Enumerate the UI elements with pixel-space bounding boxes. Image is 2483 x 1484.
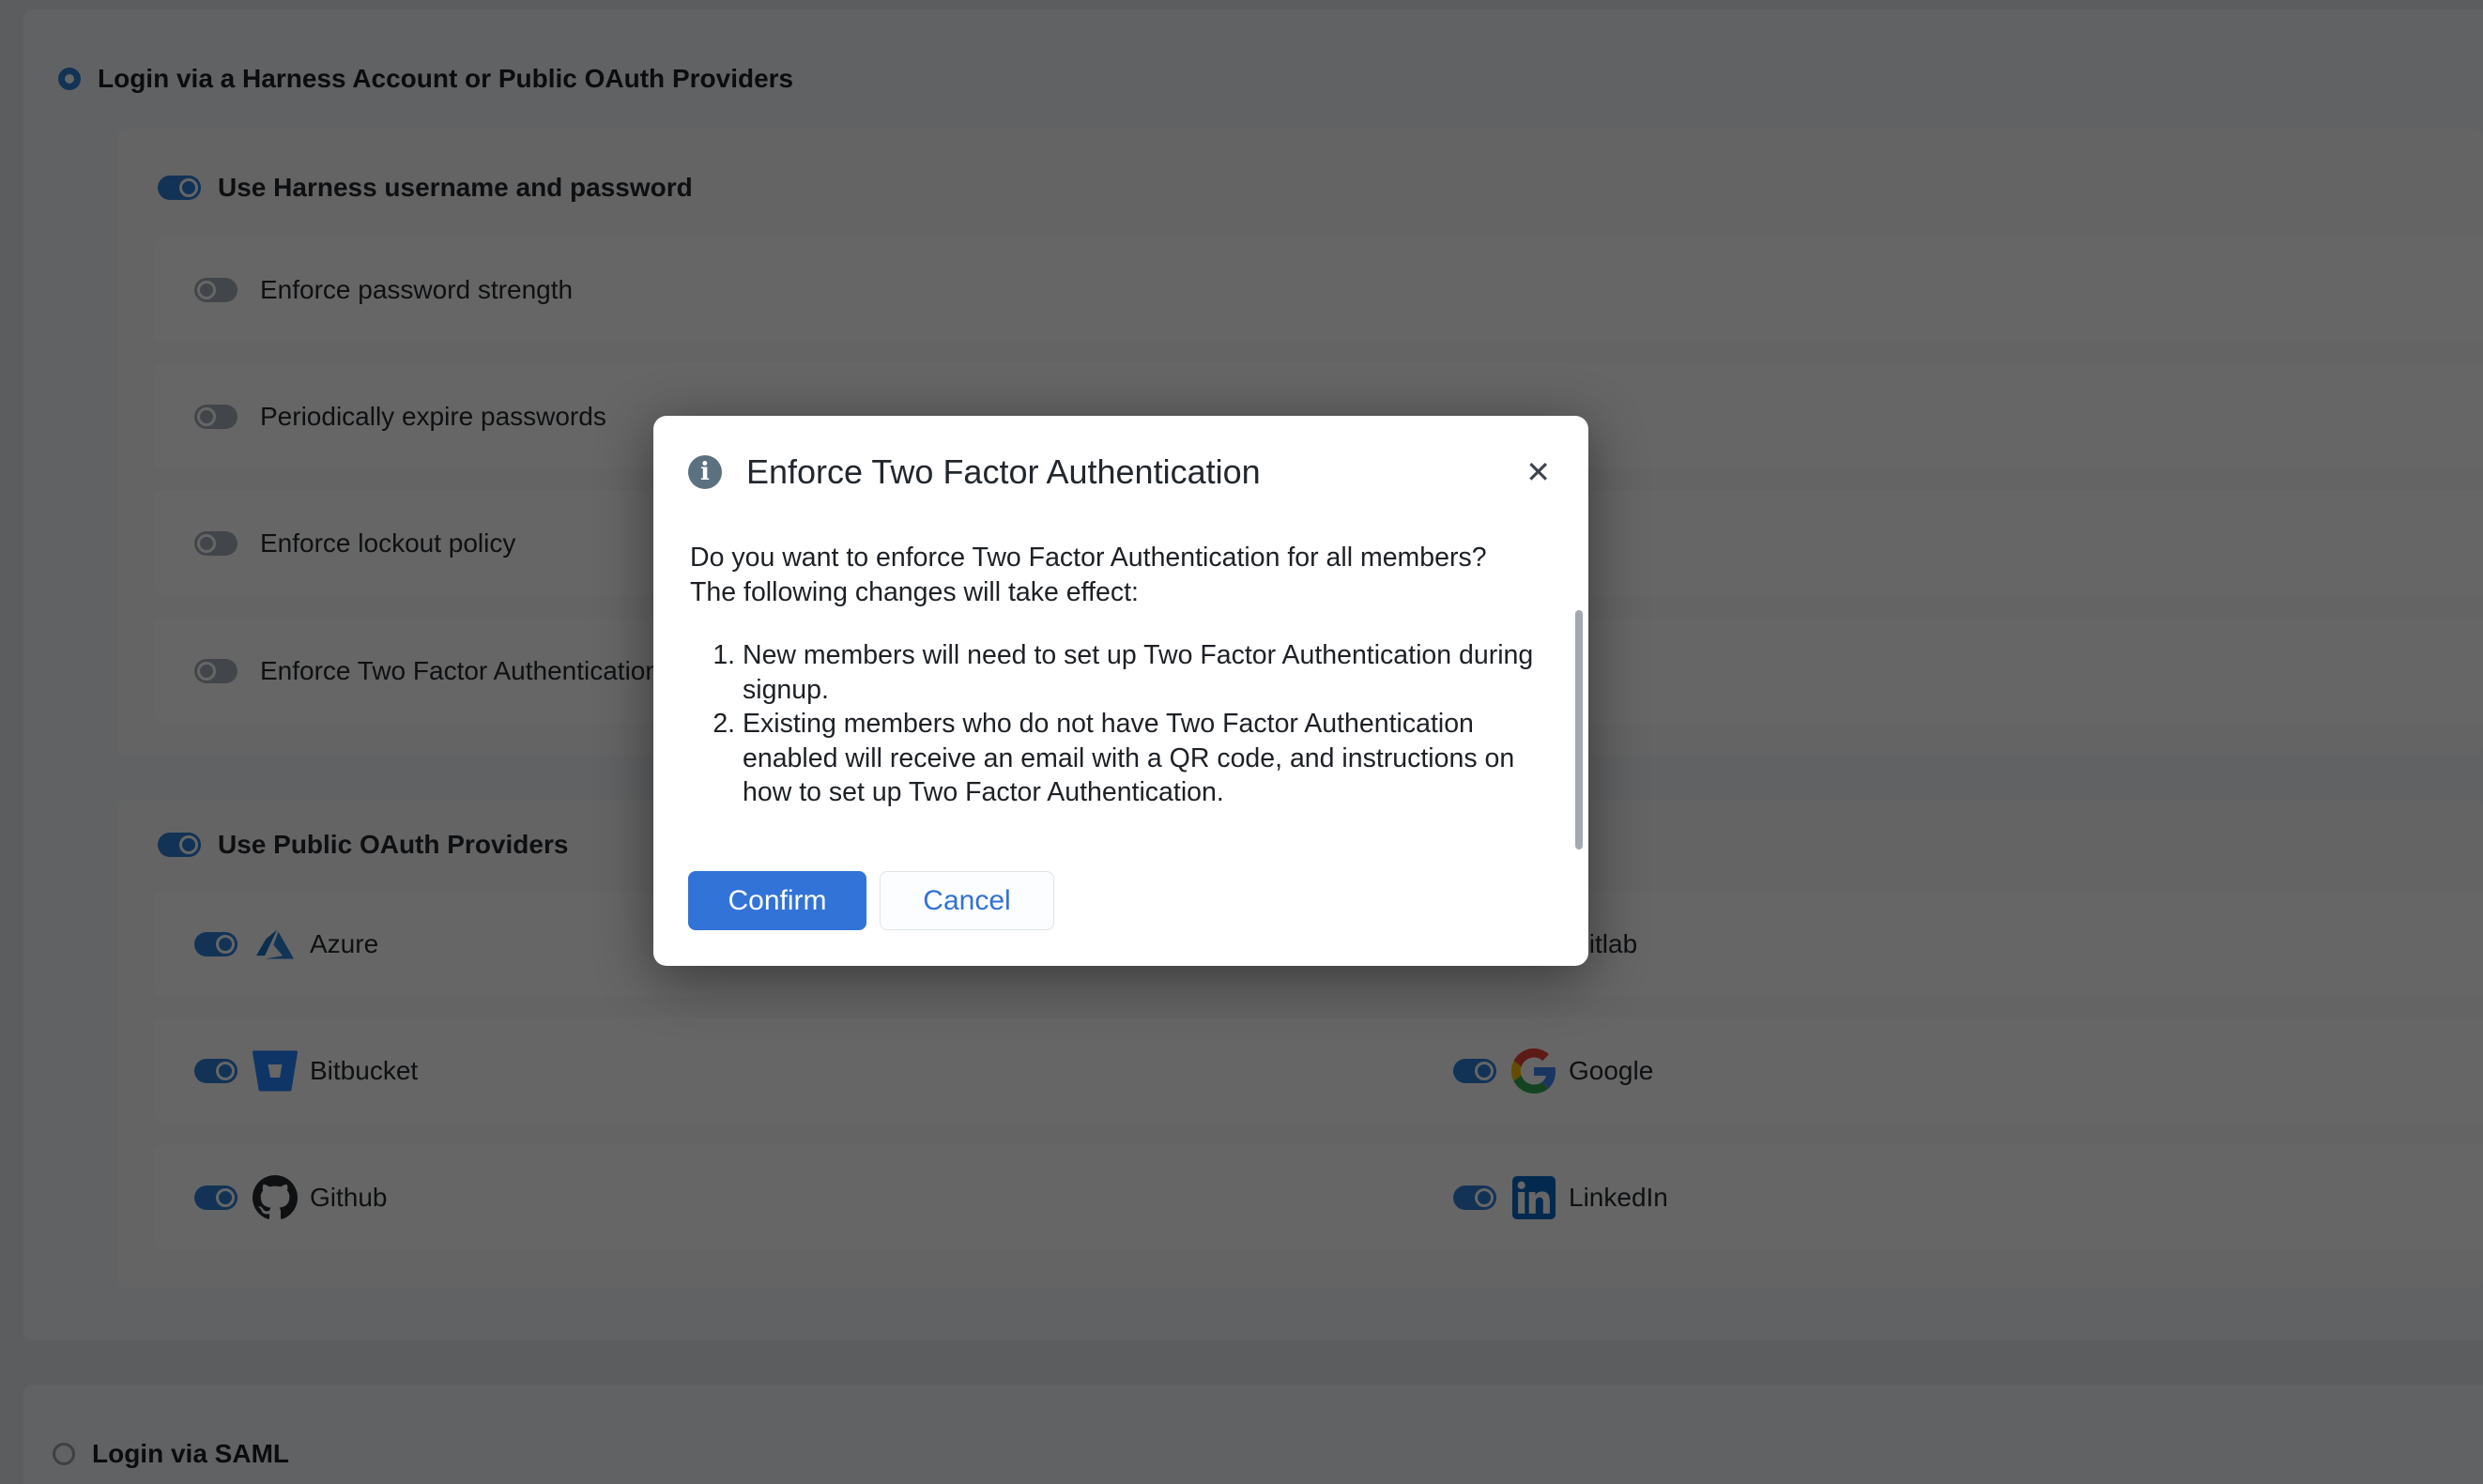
dialog-title: Enforce Two Factor Authentication bbox=[746, 452, 1261, 492]
dialog-intro-line2: The following changes will take effect: bbox=[690, 575, 1554, 610]
confirm-button[interactable]: Confirm bbox=[688, 871, 866, 930]
dialog-header: i Enforce Two Factor Authentication bbox=[688, 452, 1485, 492]
dialog-change-list: New members will need to set up Two Fact… bbox=[690, 638, 1554, 810]
list-item: Existing members who do not have Two Fac… bbox=[743, 707, 1554, 810]
dialog-intro-line1: Do you want to enforce Two Factor Authen… bbox=[690, 541, 1554, 575]
list-item: New members will need to set up Two Fact… bbox=[743, 638, 1554, 707]
dialog-actions: Confirm Cancel bbox=[688, 871, 1054, 930]
enforce-2fa-dialog: i Enforce Two Factor Authentication ✕ Do… bbox=[653, 416, 1588, 966]
close-icon[interactable]: ✕ bbox=[1525, 457, 1551, 487]
cancel-button[interactable]: Cancel bbox=[880, 871, 1054, 930]
info-icon: i bbox=[688, 455, 722, 489]
dialog-scrollbar-thumb[interactable] bbox=[1575, 610, 1583, 849]
dialog-body: Do you want to enforce Two Factor Authen… bbox=[690, 541, 1554, 810]
auth-settings-page: Login via a Harness Account or Public OA… bbox=[0, 0, 2483, 1484]
